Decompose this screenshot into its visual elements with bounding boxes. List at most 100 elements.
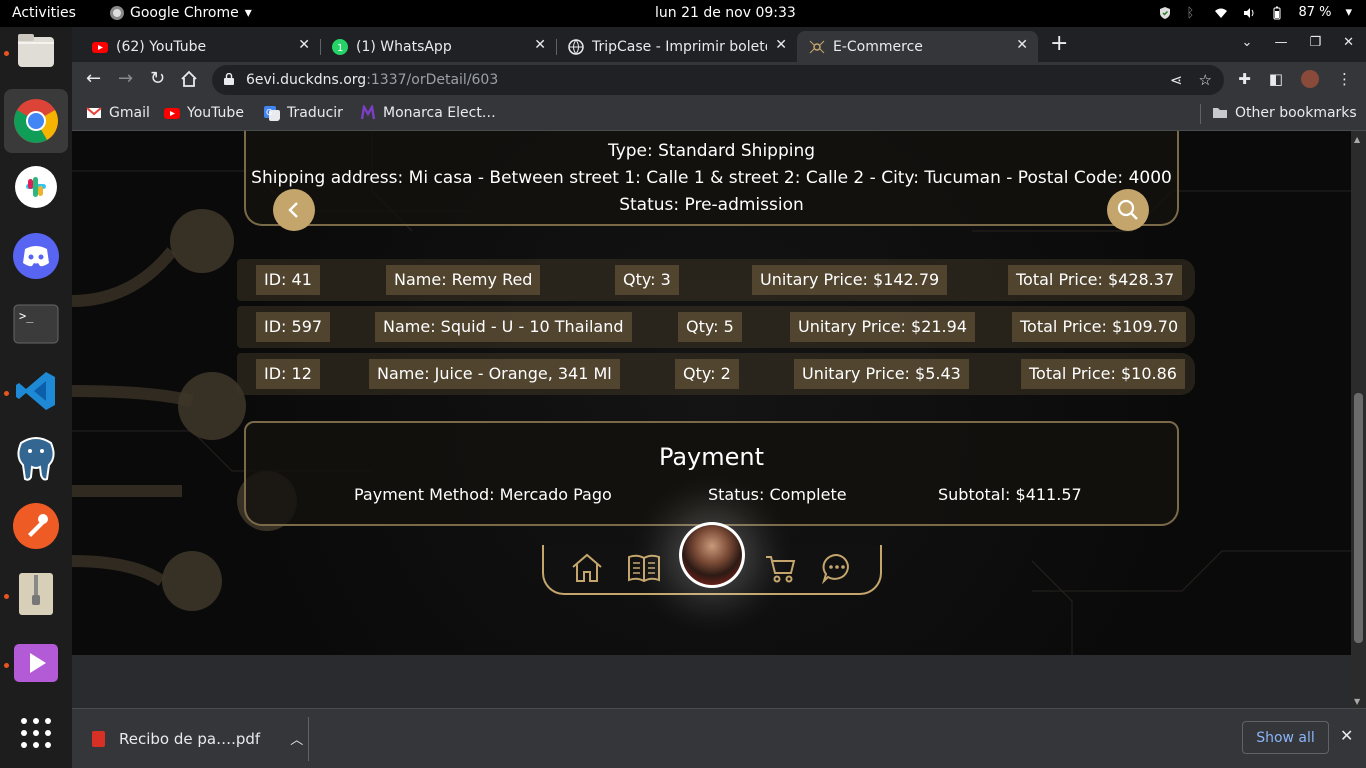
share-icon[interactable]: ⋖ bbox=[1170, 71, 1183, 89]
tab-whatsapp[interactable]: 1 (1) WhatsApp ✕ bbox=[320, 31, 557, 62]
youtube-icon bbox=[92, 41, 108, 53]
system-tray[interactable]: ᛒ 87 % ▾ bbox=[1158, 5, 1352, 21]
maximize-icon[interactable]: ❐ bbox=[1309, 35, 1321, 50]
tab-ecommerce[interactable]: E-Commerce ✕ bbox=[797, 31, 1038, 62]
download-item[interactable]: Recibo de pa….pdf ︿ bbox=[92, 729, 303, 748]
media-player-icon[interactable] bbox=[12, 639, 60, 687]
catalog-book-icon[interactable] bbox=[627, 551, 661, 585]
caret-down-icon: ▾ bbox=[244, 5, 252, 21]
chrome-menu-icon[interactable]: ⋮ bbox=[1337, 70, 1352, 88]
minimize-icon[interactable]: — bbox=[1274, 35, 1287, 50]
tab-title: TripCase - Imprimir boleto bbox=[592, 38, 767, 55]
close-tab-icon[interactable]: ✕ bbox=[1016, 37, 1028, 53]
new-tab-icon[interactable]: + bbox=[1050, 33, 1068, 55]
search-button[interactable] bbox=[1107, 189, 1149, 231]
youtube-icon bbox=[164, 108, 180, 119]
vscode-icon[interactable] bbox=[12, 367, 60, 415]
close-shelf-icon[interactable]: ✕ bbox=[1340, 726, 1353, 745]
back-icon[interactable]: ← bbox=[86, 70, 101, 88]
user-avatar-button[interactable] bbox=[679, 522, 745, 588]
app-menu-label: Google Chrome bbox=[130, 5, 239, 21]
close-tab-icon[interactable]: ✕ bbox=[298, 37, 310, 53]
cart-icon[interactable] bbox=[764, 551, 798, 585]
circuit-icon bbox=[809, 40, 825, 53]
gmail-icon bbox=[86, 107, 102, 118]
side-panel-icon[interactable]: ◧ bbox=[1269, 70, 1283, 88]
page-background: Type: Standard Shipping Shipping address… bbox=[72, 131, 1351, 655]
back-button[interactable] bbox=[273, 189, 315, 231]
home-nav-icon[interactable] bbox=[570, 551, 604, 585]
extensions-icon[interactable]: ✚ bbox=[1238, 70, 1251, 88]
show-all-button[interactable]: Show all bbox=[1242, 721, 1329, 754]
item-id: ID: 597 bbox=[256, 312, 331, 342]
url-path: :1337/orDetail/603 bbox=[366, 72, 499, 88]
folder-icon bbox=[1213, 108, 1227, 118]
item-total-price: Total Price: $428.37 bbox=[1008, 265, 1183, 295]
system-top-bar: Activities Google Chrome ▾ lun 21 de nov… bbox=[0, 0, 1366, 27]
bookmark-traducir[interactable]: G Traducir bbox=[264, 105, 343, 121]
order-item-row: ID: 12 Name: Juice - Orange, 341 Ml Qty:… bbox=[237, 353, 1195, 395]
tab-search-icon[interactable]: ⌄ bbox=[1242, 35, 1253, 50]
item-name: Name: Juice - Orange, 341 Ml bbox=[369, 359, 620, 389]
item-unit-price: Unitary Price: $5.43 bbox=[794, 359, 969, 389]
download-divider bbox=[308, 717, 309, 761]
forward-icon[interactable]: → bbox=[118, 70, 133, 88]
scroll-down-icon[interactable]: ▼ bbox=[1354, 697, 1360, 706]
home-icon[interactable] bbox=[180, 70, 198, 88]
payment-subtotal: Subtotal: $411.57 bbox=[938, 485, 1082, 504]
svg-text:>_: >_ bbox=[19, 309, 34, 323]
archive-manager-icon[interactable] bbox=[12, 570, 60, 618]
close-tab-icon[interactable]: ✕ bbox=[775, 37, 787, 53]
bookmark-monarca[interactable]: Monarca Elect… bbox=[360, 105, 496, 121]
other-bookmarks[interactable]: Other bookmarks bbox=[1212, 105, 1357, 121]
chevron-up-icon[interactable]: ︿ bbox=[290, 729, 303, 748]
reload-icon[interactable]: ↻ bbox=[150, 70, 165, 88]
order-item-row: ID: 41 Name: Remy Red Qty: 3 Unitary Pri… bbox=[237, 259, 1195, 301]
postman-icon[interactable] bbox=[12, 502, 60, 550]
shipping-status: Status: Pre-admission bbox=[619, 195, 804, 215]
bookmarks-divider bbox=[1200, 104, 1201, 124]
close-window-icon[interactable]: ✕ bbox=[1343, 35, 1354, 50]
item-id: ID: 41 bbox=[256, 265, 320, 295]
profile-avatar[interactable] bbox=[1301, 70, 1319, 88]
bluetooth-icon: ᛒ bbox=[1186, 5, 1195, 21]
clock[interactable]: lun 21 de nov 09:33 bbox=[655, 5, 796, 21]
desktop: { "topbar": { "activities": "Activities"… bbox=[0, 0, 1366, 768]
item-unit-price: Unitary Price: $142.79 bbox=[752, 265, 948, 295]
page-scrollbar[interactable]: ▲ ▼ bbox=[1351, 131, 1366, 708]
lock-icon[interactable] bbox=[224, 73, 234, 85]
bookmark-star-icon[interactable]: ☆ bbox=[1199, 71, 1212, 89]
slack-icon[interactable] bbox=[12, 163, 60, 211]
scrollbar-thumb[interactable] bbox=[1354, 393, 1363, 643]
terminal-icon[interactable]: >_ bbox=[12, 300, 60, 348]
bookmark-gmail[interactable]: Gmail bbox=[86, 105, 150, 121]
whatsapp-icon: 1 bbox=[332, 38, 348, 55]
files-icon[interactable] bbox=[12, 27, 60, 75]
chrome-dock-icon[interactable] bbox=[4, 89, 68, 153]
chevron-left-icon bbox=[288, 202, 298, 218]
discord-icon[interactable] bbox=[12, 232, 60, 280]
tab-title: (1) WhatsApp bbox=[356, 38, 452, 55]
tab-youtube[interactable]: (62) YouTube ✕ bbox=[80, 31, 321, 62]
translate-icon: G bbox=[264, 106, 280, 121]
item-name: Name: Squid - U - 10 Thailand bbox=[375, 312, 632, 342]
tab-tripcase[interactable]: TripCase - Imprimir boleto ✕ bbox=[556, 31, 797, 62]
shipping-info-card: Type: Standard Shipping Shipping address… bbox=[244, 131, 1179, 226]
address-bar[interactable]: 6evi.duckdns.org :1337/orDetail/603 ⋖ ☆ bbox=[212, 65, 1224, 95]
item-unit-price: Unitary Price: $21.94 bbox=[790, 312, 975, 342]
battery-icon bbox=[1273, 6, 1281, 19]
download-shelf: Recibo de pa….pdf ︿ Show all ✕ bbox=[72, 708, 1366, 768]
chat-icon[interactable] bbox=[820, 551, 854, 585]
activities-button[interactable]: Activities bbox=[12, 5, 76, 21]
bookmark-label: YouTube bbox=[187, 105, 244, 121]
power-caret-icon: ▾ bbox=[1345, 5, 1352, 20]
battery-percent: 87 % bbox=[1298, 5, 1332, 20]
bookmark-youtube[interactable]: YouTube bbox=[164, 105, 244, 121]
item-total-price: Total Price: $109.70 bbox=[1012, 312, 1187, 342]
close-tab-icon[interactable]: ✕ bbox=[534, 37, 546, 53]
scroll-up-icon[interactable]: ▲ bbox=[1354, 135, 1360, 144]
postgresql-icon[interactable] bbox=[12, 435, 60, 483]
show-apps-icon[interactable] bbox=[12, 709, 60, 757]
app-menu[interactable]: Google Chrome ▾ bbox=[110, 5, 252, 21]
item-name: Name: Remy Red bbox=[386, 265, 541, 295]
